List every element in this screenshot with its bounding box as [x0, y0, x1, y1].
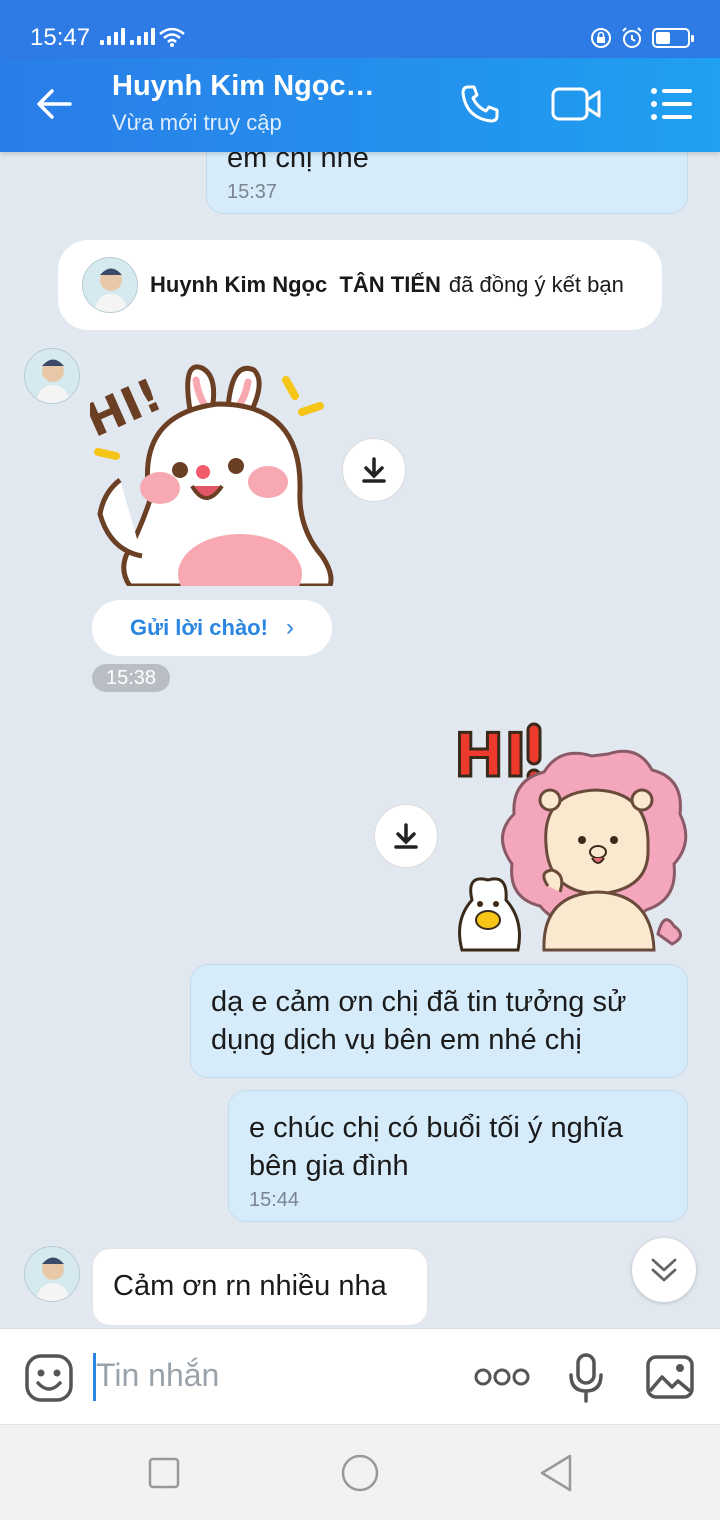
double-chevron-down-icon — [651, 1258, 677, 1282]
friend-name: Huynh Kim Ngọc TÂN TIẾN — [150, 272, 441, 297]
download-icon — [394, 823, 418, 849]
greet-label: Gửi lời chào! — [130, 615, 268, 640]
battery-icon — [652, 28, 694, 48]
message-input-bar: Tin nhắn — [0, 1328, 720, 1424]
download-button[interactable] — [374, 804, 438, 868]
scroll-to-bottom-button[interactable] — [632, 1238, 696, 1302]
contact-name[interactable]: Huynh Kim Ngọc… — [112, 70, 375, 103]
lock-rotation-icon — [591, 28, 611, 48]
message-time: 15:37 — [227, 181, 278, 203]
avatar[interactable] — [24, 348, 80, 404]
lion-hi-sticker[interactable]: HI — [448, 714, 688, 952]
message-time: 15:44 — [249, 1189, 300, 1211]
signal-icon — [100, 28, 125, 45]
back-arrow-icon[interactable] — [34, 86, 74, 122]
message-outgoing[interactable]: dạ e cảm ơn chị đã tin tưởng sử dụng dịc… — [190, 964, 688, 1078]
bunny-hi-sticker[interactable]: HI! — [90, 360, 340, 586]
status-bar: 15:47 — [0, 0, 720, 58]
message-text: e chúc chị có buổi tối ý nghĩa bên gia đ… — [249, 1112, 624, 1182]
send-greeting-button[interactable]: Gửi lời chào! › — [92, 600, 332, 656]
system-navigation-bar — [0, 1424, 720, 1520]
recents-square-icon[interactable] — [148, 1457, 180, 1489]
image-gallery-icon[interactable] — [646, 1355, 694, 1399]
wifi-icon — [159, 27, 185, 47]
alarm-icon — [622, 27, 642, 48]
sticker-time-badge: 15:38 — [92, 664, 170, 692]
more-options-icon[interactable] — [474, 1367, 530, 1387]
back-triangle-icon[interactable] — [538, 1453, 574, 1493]
avatar[interactable] — [82, 257, 138, 313]
friend-accepted-banner: Huynh Kim Ngọc TÂN TIẾN đã đồng ý kết bạ… — [58, 240, 662, 330]
download-icon — [362, 457, 386, 483]
download-button[interactable] — [342, 438, 406, 502]
last-seen-status: Vừa mới truy cập — [112, 110, 282, 135]
chevron-right-icon: › — [285, 614, 294, 641]
message-text: dạ e cảm ơn chị đã tin tưởng sử dụng dịc… — [211, 986, 627, 1056]
message-text: Cảm ơn rn nhiều nha — [113, 1270, 387, 1302]
svg-text:HI: HI — [454, 721, 527, 791]
home-circle-icon[interactable] — [340, 1453, 380, 1493]
phone-call-icon[interactable] — [458, 82, 502, 126]
video-call-icon[interactable] — [550, 86, 602, 122]
microphone-icon[interactable] — [566, 1353, 606, 1403]
sticker-emoji-icon[interactable] — [24, 1353, 74, 1403]
menu-list-icon[interactable] — [650, 86, 694, 122]
signal-icon-2 — [130, 28, 155, 45]
avatar[interactable] — [24, 1246, 80, 1302]
message-outgoing[interactable]: e chúc chị có buổi tối ý nghĩa bên gia đ… — [228, 1090, 688, 1222]
message-input[interactable]: Tin nhắn — [96, 1357, 219, 1394]
chat-header: Huynh Kim Ngọc… Vừa mới truy cập — [0, 58, 720, 152]
message-incoming[interactable]: Cảm ơn rn nhiều nha — [92, 1248, 428, 1326]
friend-action-text: đã đồng ý kết bạn — [448, 272, 624, 297]
status-time: 15:47 — [30, 24, 91, 51]
